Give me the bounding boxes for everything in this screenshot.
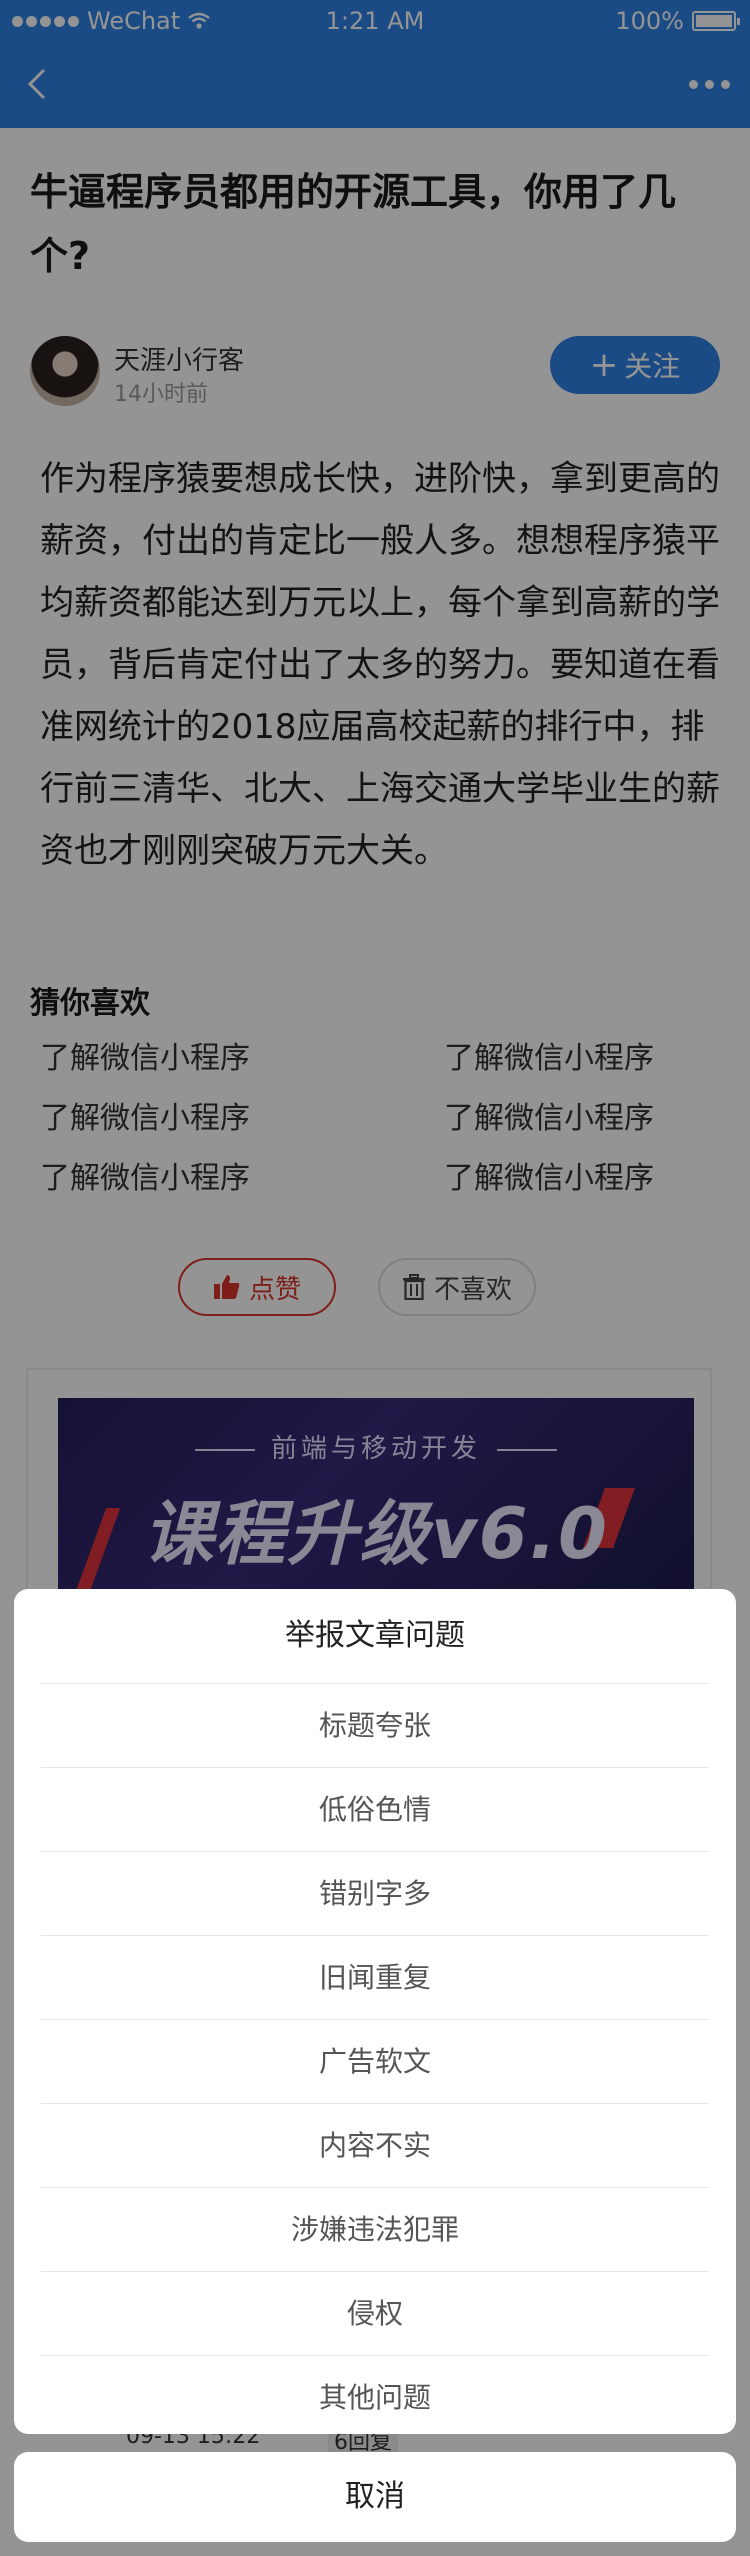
report-option[interactable]: 标题夸张 xyxy=(41,1683,709,1767)
report-option[interactable]: 旧闻重复 xyxy=(41,1935,709,2019)
report-sheet-title: 举报文章问题 xyxy=(285,1618,465,1653)
report-option[interactable]: 错别字多 xyxy=(41,1851,709,1935)
cancel-button[interactable]: 取消 xyxy=(14,2452,736,2542)
report-option[interactable]: 侵权 xyxy=(41,2271,709,2355)
report-option[interactable]: 广告软文 xyxy=(41,2019,709,2103)
report-option[interactable]: 其他问题 xyxy=(41,2355,709,2434)
report-sheet: 举报文章问题 标题夸张 低俗色情 错别字多 旧闻重复 广告软文 内容不实 涉嫌违… xyxy=(14,1589,736,2434)
report-option[interactable]: 低俗色情 xyxy=(41,1767,709,1851)
report-option[interactable]: 内容不实 xyxy=(41,2103,709,2187)
report-option[interactable]: 涉嫌违法犯罪 xyxy=(41,2187,709,2271)
